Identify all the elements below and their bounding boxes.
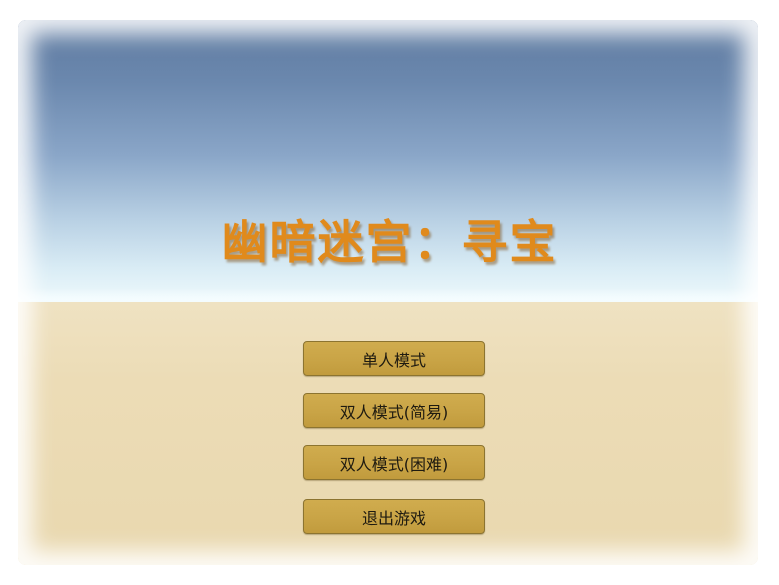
single-player-button[interactable]: 单人模式 xyxy=(303,341,485,376)
main-menu-scene xyxy=(18,20,758,565)
two-player-hard-button[interactable]: 双人模式(困难) xyxy=(303,445,485,480)
two-player-easy-button[interactable]: 双人模式(简易) xyxy=(303,393,485,428)
game-window: 幽暗迷宫：寻宝 单人模式 双人模式(简易) 双人模式(困难) 退出游戏 xyxy=(0,0,779,585)
game-title: 幽暗迷宫：寻宝 xyxy=(221,215,558,269)
exit-game-button[interactable]: 退出游戏 xyxy=(303,499,485,534)
